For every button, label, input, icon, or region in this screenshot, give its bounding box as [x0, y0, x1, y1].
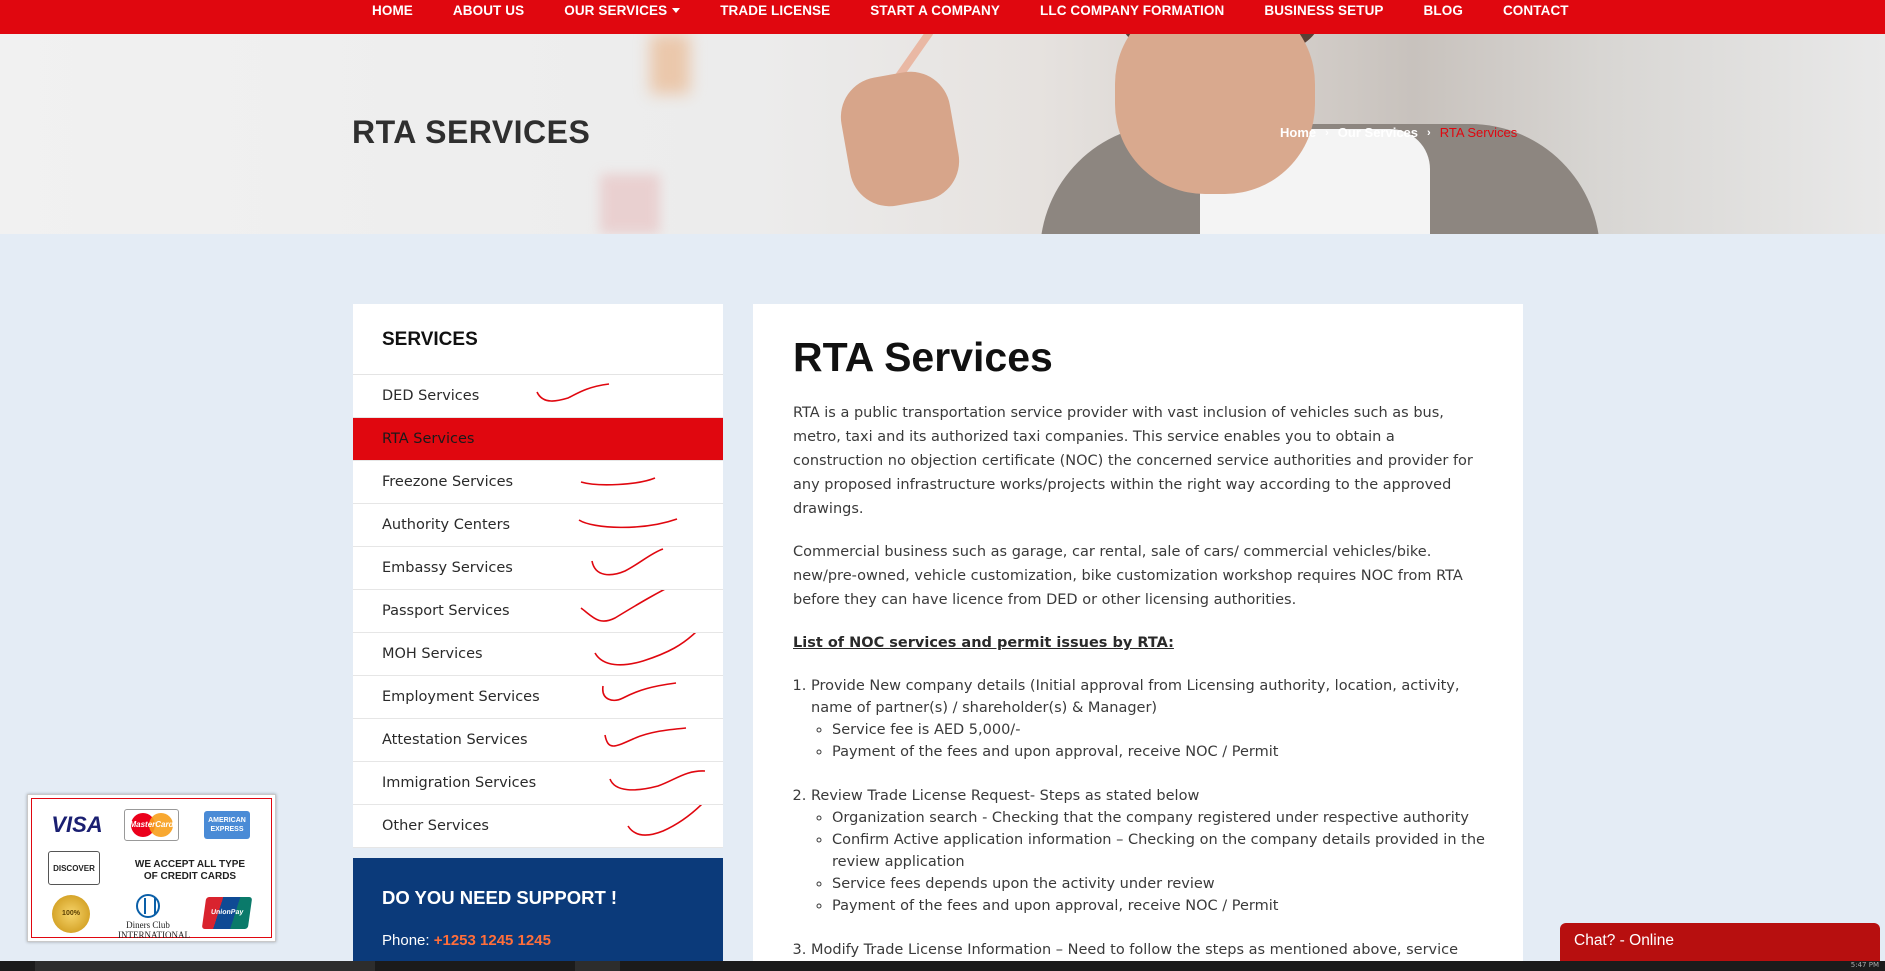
noc-steps-list: Provide New company details (Initial app…: [793, 675, 1485, 971]
visa-logo: VISA: [51, 812, 103, 837]
step-text: Provide New company details (Initial app…: [811, 678, 1460, 716]
accept-cards-text: WE ACCEPT ALL TYPE OF CREDIT CARDS: [134, 859, 246, 882]
red-check-annotation: [580, 477, 656, 486]
list-item: Review Trade License Request- Steps as s…: [811, 785, 1485, 917]
red-check-annotation: [594, 633, 696, 666]
nav-our-services[interactable]: OUR SERVICES: [564, 2, 681, 18]
sidebar-item-label: RTA Services: [382, 431, 475, 447]
red-check-annotation: [536, 383, 610, 402]
list-item: Confirm Active application information –…: [832, 829, 1485, 873]
taskbar-segment: [35, 961, 375, 971]
breadcrumb-current: RTA Services: [1439, 125, 1518, 140]
support-title: DO YOU NEED SUPPORT !: [382, 887, 618, 908]
hero-background-decor: [650, 34, 690, 94]
top-navigation: HOME ABOUT US OUR SERVICES TRADE LICENSE…: [0, 0, 1885, 34]
hero-background-decor: [600, 174, 660, 234]
nav-contact[interactable]: CONTACT: [1503, 3, 1569, 18]
sidebar-item-freezone-services[interactable]: Freezone Services: [353, 461, 723, 504]
breadcrumb: Home › Our Services › RTA Services: [1280, 125, 1517, 140]
support-box: DO YOU NEED SUPPORT ! Phone: +1253 1245 …: [353, 858, 723, 971]
sidebar-item-embassy-services[interactable]: Embassy Services: [353, 547, 723, 590]
content-title: RTA Services: [793, 334, 1053, 380]
red-check-annotation: [602, 682, 677, 702]
amex-logo: AMERICAN EXPRESS: [204, 811, 250, 839]
breadcrumb-home[interactable]: Home: [1280, 125, 1316, 140]
mastercard-logo: MasterCard: [124, 809, 179, 841]
noc-list-heading: List of NOC services and permit issues b…: [793, 635, 1174, 651]
sidebar-item-ded-services[interactable]: DED Services: [353, 375, 723, 418]
chat-widget-button[interactable]: Chat? - Online: [1560, 923, 1880, 963]
sidebar-heading: SERVICES: [353, 304, 723, 375]
nav-business-setup[interactable]: BUSINESS SETUP: [1264, 3, 1383, 18]
nav-llc-company-formation[interactable]: LLC COMPANY FORMATION: [1040, 3, 1224, 18]
sidebar-item-authority-centers[interactable]: Authority Centers: [353, 504, 723, 547]
chevron-right-icon: ›: [1427, 126, 1431, 139]
hero-person-head: [1115, 34, 1315, 194]
nav-about-us[interactable]: ABOUT US: [453, 3, 524, 18]
nav-start-a-company[interactable]: START A COMPANY: [870, 3, 1000, 18]
nav-our-services-label: OUR SERVICES: [564, 2, 668, 18]
taskbar: 5:47 PM: [0, 961, 1885, 971]
business-paragraph: Commercial business such as garage, car …: [793, 544, 1463, 608]
intro-paragraph: RTA is a public transportation service p…: [793, 405, 1473, 517]
nav-trade-license[interactable]: TRADE LICENSE: [720, 3, 830, 18]
list-item: Organization search - Checking that the …: [832, 807, 1485, 829]
sidebar-item-rta-services[interactable]: RTA Services: [353, 418, 723, 461]
payment-cards-badge: VISA MasterCard AMERICAN EXPRESS DISCOVE…: [27, 794, 276, 942]
caret-down-icon: [672, 7, 681, 13]
services-sidebar: SERVICES DED Services RTA Services Freez…: [353, 304, 723, 848]
list-item: Provide New company details (Initial app…: [811, 675, 1485, 763]
list-item: Payment of the fees and upon approval, r…: [832, 741, 1485, 763]
nav-blog[interactable]: BLOG: [1424, 3, 1463, 18]
list-item: Service fees depends upon the activity u…: [832, 873, 1485, 895]
step-text: Review Trade License Request- Steps as s…: [811, 788, 1200, 804]
taskbar-segment: [575, 961, 620, 971]
hero-person-hand: [834, 65, 966, 213]
sidebar-item-immigration-services[interactable]: Immigration Services: [353, 762, 723, 805]
chevron-right-icon: ›: [1325, 126, 1329, 139]
phone-label: Phone:: [382, 932, 434, 949]
red-check-annotation: [609, 770, 706, 791]
sidebar-item-moh-services[interactable]: MOH Services: [353, 633, 723, 676]
page-title: RTA SERVICES: [352, 114, 591, 150]
red-check-annotation: [591, 548, 664, 576]
main-content: RTA Services RTA is a public transportat…: [753, 304, 1523, 971]
red-check-annotation: [604, 727, 687, 747]
support-phone: Phone: +1253 1245 1245: [382, 932, 723, 949]
diners-club-logo: Diners Club INTERNATIONAL: [118, 894, 190, 940]
sidebar-item-attestation-services[interactable]: Attestation Services: [353, 719, 723, 762]
discover-logo: DISCOVER: [48, 851, 100, 885]
red-check-annotation: [580, 590, 665, 622]
sidebar-item-other-services[interactable]: Other Services: [353, 805, 723, 848]
nav-home[interactable]: HOME: [372, 3, 413, 18]
breadcrumb-our-services[interactable]: Our Services: [1338, 125, 1418, 140]
unionpay-logo: UnionPay: [201, 897, 253, 929]
taskbar-clock: 5:47 PM: [1850, 961, 1879, 969]
red-check-annotation: [578, 518, 678, 529]
guarantee-seal-icon: 100%: [52, 895, 90, 933]
list-item: Payment of the fees and upon approval, r…: [832, 895, 1485, 917]
sidebar-item-passport-services[interactable]: Passport Services: [353, 590, 723, 633]
sidebar-item-employment-services[interactable]: Employment Services: [353, 676, 723, 719]
red-check-annotation: [627, 805, 703, 836]
phone-number-link[interactable]: +1253 1245 1245: [434, 932, 551, 949]
hero-banner: RTA SERVICES Home › Our Services › RTA S…: [0, 34, 1885, 234]
list-item: Service fee is AED 5,000/-: [832, 719, 1485, 741]
